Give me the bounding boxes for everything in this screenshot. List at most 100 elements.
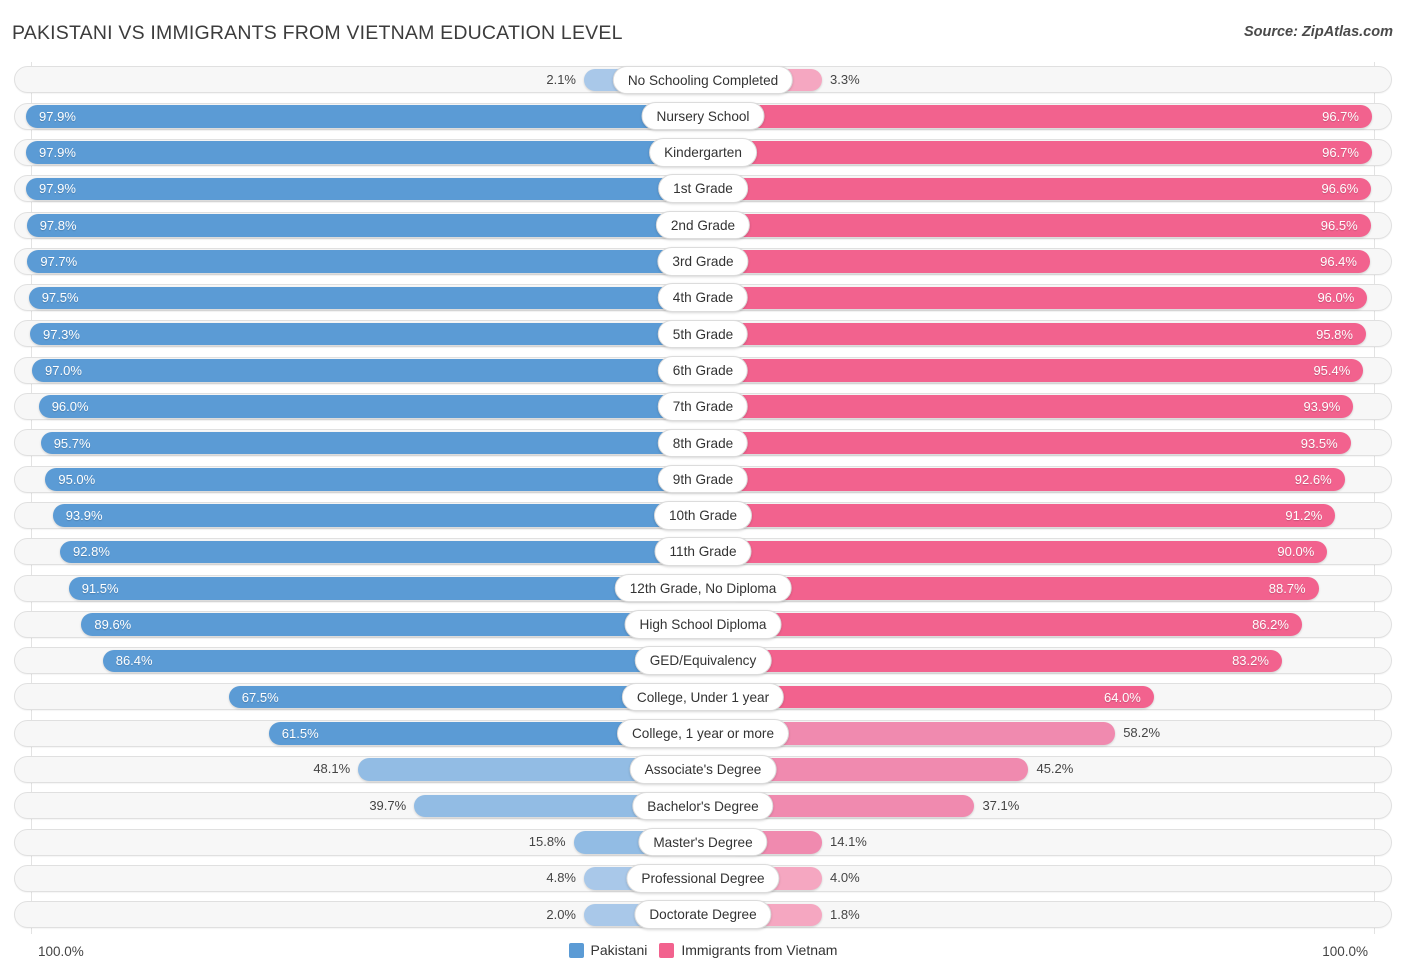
bar-value-label: 67.5% [241,689,279,705]
bar-half-vietnam: 95.4% [703,359,1406,382]
legend-label: Pakistani [590,942,648,958]
bar-half-vietnam: 93.9% [703,395,1406,419]
bar-half-vietnam: 96.7% [703,105,1406,128]
bar-half-pakistani: 86.4% [0,649,703,673]
bar-value-label: 48.1% [313,761,351,777]
chart-row: 61.5% 58.2% College, 1 year or more [0,715,1406,751]
bar-value-label: 91.2% [1285,508,1323,524]
bar-half-pakistani: 2.0% [0,903,703,927]
bar-value-label: 1.8% [830,906,860,922]
chart-row: 86.4% 83.2% GED/Equivalency [0,643,1406,679]
category-label: 6th Grade [657,355,749,385]
legend-item[interactable]: Pakistani [568,942,648,958]
bar-pakistani: 86.4% [102,649,679,673]
bar-value-label: 97.0% [45,362,82,378]
bar-value-label: 14.1% [830,834,867,850]
bar-half-vietnam: 45.2% [703,758,1406,782]
chart-row: 97.8% 96.5% 2nd Grade [0,207,1406,243]
bar-value-label: 96.5% [1320,217,1358,233]
bar-value-label: 15.8% [528,834,566,850]
chart-legend: Pakistani Immigrants from Vietnam [0,942,1406,958]
bar-half-pakistani: 97.5% [0,286,703,310]
category-label: Master's Degree [638,827,768,857]
bar-value-label: 96.6% [1321,181,1359,197]
bar-half-pakistani: 91.5% [0,576,703,600]
bar-half-pakistani: 48.1% [0,758,703,782]
chart-row: 2.0% 1.8% Doctorate Degree [0,897,1406,933]
bar-pakistani: 97.5% [28,286,679,310]
bar-pakistani: 91.5% [68,576,679,600]
chart-row: 97.5% 96.0% 4th Grade [0,280,1406,316]
bar-value-label: 96.7% [1322,145,1359,161]
bar-half-vietnam: 58.2% [703,722,1406,745]
category-label: 3rd Grade [657,247,749,276]
bar-value-label: 97.9% [39,145,76,161]
category-label: 4th Grade [657,283,749,312]
chart-row: 4.8% 4.0% Professional Degree [0,861,1406,897]
bar-half-pakistani: 93.9% [0,504,703,527]
category-label: Bachelor's Degree [632,791,774,821]
category-label: Doctorate Degree [634,900,772,930]
bar-value-label: 88.7% [1268,580,1306,596]
bar-half-pakistani: 95.0% [0,468,703,491]
category-label: 7th Grade [657,392,749,421]
bar-vietnam: 90.0% [727,540,1328,564]
chart-row: 39.7% 37.1% Bachelor's Degree [0,788,1406,824]
chart-row: 92.8% 90.0% 11th Grade [0,534,1406,570]
chart-row: 97.7% 96.4% 3rd Grade [0,243,1406,279]
bar-value-label: 93.5% [1300,435,1338,451]
bar-vietnam: 96.5% [727,213,1371,237]
bar-half-pakistani: 97.9% [0,105,703,128]
bar-value-label: 83.2% [1232,653,1269,669]
bar-value-label: 4.8% [546,870,576,886]
bar-half-vietnam: 83.2% [703,649,1406,673]
bar-pakistani: 96.0% [38,395,679,419]
bar-value-label: 95.8% [1316,326,1353,342]
legend-label: Immigrants from Vietnam [681,942,838,958]
bar-value-label: 97.9% [39,108,76,124]
chart-row: 97.9% 96.7% Kindergarten [0,135,1406,171]
bar-value-label: 91.5% [81,580,119,596]
bar-vietnam: 95.4% [727,359,1364,382]
chart-row: 67.5% 64.0% College, Under 1 year [0,679,1406,715]
bar-half-vietnam: 96.7% [703,141,1406,164]
bar-half-vietnam: 96.4% [703,250,1406,273]
category-label: Professional Degree [626,864,780,893]
bar-half-vietnam: 4.0% [703,867,1406,890]
bar-value-label: 96.4% [1320,254,1357,270]
bar-half-vietnam: 93.5% [703,431,1406,455]
bar-value-label: 96.0% [1317,290,1355,306]
bar-value-label: 93.9% [1303,399,1341,415]
bar-half-vietnam: 3.3% [703,68,1406,92]
chart-page: PAKISTANI VS IMMIGRANTS FROM VIETNAM EDU… [0,0,1406,975]
bar-vietnam: 96.6% [727,177,1372,201]
chart-header: PAKISTANI VS IMMIGRANTS FROM VIETNAM EDU… [0,0,1406,62]
category-label: No Schooling Completed [612,65,794,95]
bar-half-vietnam: 14.1% [703,831,1406,854]
category-label: GED/Equivalency [634,646,772,675]
bar-value-label: 86.2% [1252,617,1289,633]
bar-half-pakistani: 67.5% [0,685,703,709]
bar-value-label: 93.9% [65,508,103,524]
category-label: 11th Grade [654,537,752,567]
category-label: 8th Grade [657,428,749,458]
chart-row: 97.3% 95.8% 5th Grade [0,316,1406,352]
bar-pakistani: 97.9% [26,105,679,128]
bar-pakistani: 97.0% [32,359,679,382]
bar-half-pakistani: 89.6% [0,613,703,636]
legend-swatch-icon [659,942,675,958]
category-label: College, Under 1 year [621,682,785,712]
chart-row: 97.9% 96.6% 1st Grade [0,171,1406,207]
bar-value-label: 97.7% [40,254,78,270]
diverging-bar-chart: 2.1% 3.3% No Schooling Completed 97.9% 96.7%… [0,62,1406,934]
bar-pakistani: 89.6% [81,613,679,636]
bar-value-label: 4.0% [830,870,860,886]
legend-item[interactable]: Immigrants from Vietnam [659,942,837,958]
bar-value-label: 92.6% [1294,471,1332,487]
source-attribution: Source: ZipAtlas.com [1243,24,1393,40]
bar-value-label: 95.4% [1313,362,1351,378]
chart-footer: 100.0% 100.0% Pakistani Immigrants from V… [0,934,1406,975]
bar-half-vietnam: 96.5% [703,213,1406,237]
bar-half-pakistani: 97.7% [0,250,703,273]
category-label: 2nd Grade [655,210,751,240]
